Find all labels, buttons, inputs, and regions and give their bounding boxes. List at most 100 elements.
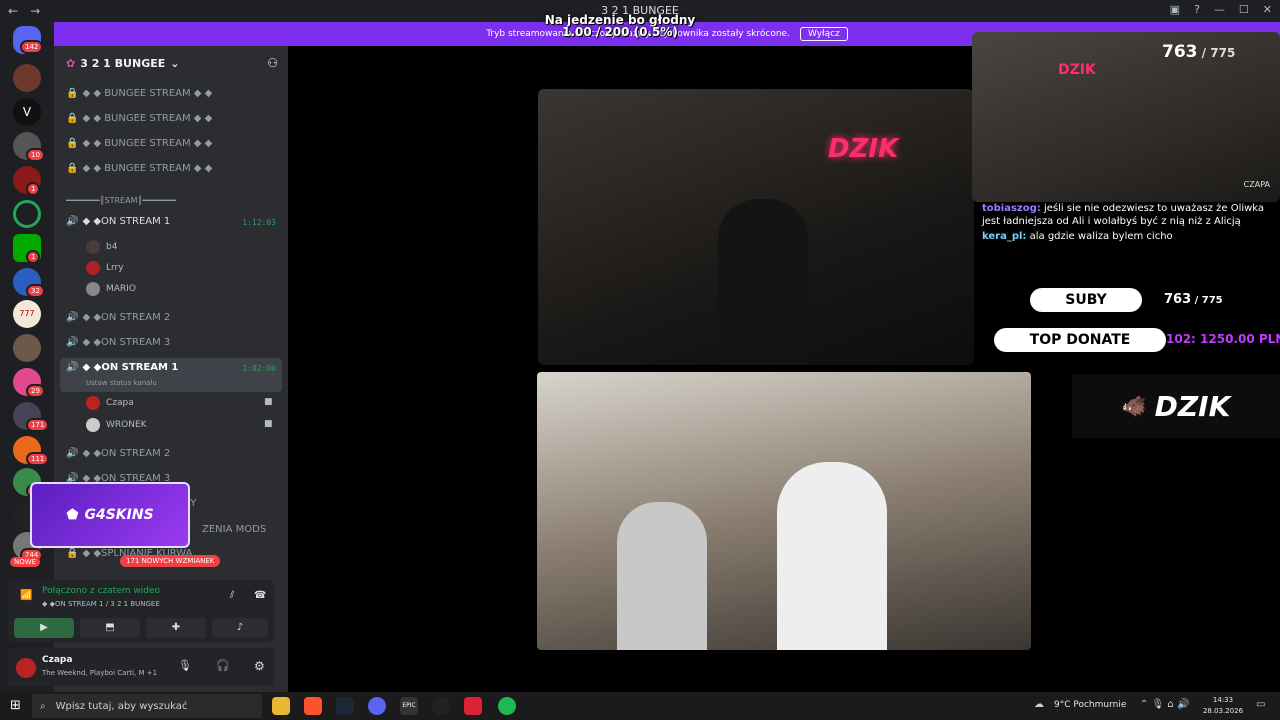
voice-channel[interactable]: 🔊 ◆ ◆ON STREAM 1 [66,216,170,227]
server-header[interactable]: ✿ 3 2 1 BUNGEE ⌄ ⚇ [54,46,288,80]
mini-logo: DZIK [1058,62,1096,78]
voice-user[interactable]: b4 [86,240,117,254]
server-icon[interactable] [13,334,41,362]
soundboard-button[interactable]: ♪ [212,618,268,638]
signal-icon[interactable]: 📶 [20,590,32,601]
server-badge: 1 [26,250,41,264]
spotify-icon[interactable] [498,697,516,715]
tray-icons[interactable]: ⌃ 🎙 ⌂ 🔊 [1140,699,1189,710]
brand-logo: DZIK [1154,389,1231,423]
stream-tile-2[interactable]: 763 / 775 DZIK CZAPA [972,32,1280,202]
notifications-icon[interactable]: ▭ [1256,699,1265,710]
avatar [86,240,100,254]
voice-user[interactable]: Czapa [86,396,134,410]
server-icon[interactable] [13,64,41,92]
lock-icon: 🔒 [66,113,79,124]
disable-streamer-mode-button[interactable]: Wyłącz [799,27,848,41]
channel-status[interactable]: Ustaw status kanału [86,379,157,387]
voice-channel[interactable]: 🔊 ◆ ◆ON STREAM 2 [66,448,170,459]
noise-suppression-icon[interactable]: ⫽ [230,590,234,601]
voice-channel[interactable]: 🔊 ◆ ◆ON STREAM 2 [66,312,170,323]
speaker-icon: 🔊 [66,448,79,459]
top-donate-label: TOP DONATE [994,328,1166,352]
username: MARIO [106,284,136,294]
chat-text: ala gdzie waliza bylem cicho [1029,231,1173,242]
clock-date: 28.03.2026 [1202,707,1244,715]
steam-icon[interactable] [336,697,354,715]
server-icon[interactable]: V [13,98,41,126]
voice-channel[interactable]: 🔊 ◆ ◆ON STREAM 3 [66,337,170,348]
server-icon[interactable]: 777 [13,300,41,328]
minimize-button[interactable]: — [1214,3,1225,16]
help-icon[interactable]: ? [1194,3,1200,16]
avatar[interactable] [16,658,36,678]
locked-channel[interactable]: 🔒 ◆ ◆ BUNGEE STREAM ◆ ◆ [66,88,212,99]
speaker-icon: 🔊 [66,312,79,323]
avatar [86,418,100,432]
voice-channel-active[interactable]: 🔊 ◆ ◆ON STREAM 1 [66,362,178,373]
close-button[interactable]: ✕ [1263,3,1272,16]
video-icon: ■ [264,419,273,429]
file-explorer-icon[interactable] [272,697,290,715]
guest-figure [617,502,707,650]
camera-button[interactable]: ▶ [14,618,74,638]
suby-total: 775 [1201,295,1223,306]
counter-value: 763 [1162,42,1198,62]
voice-user[interactable]: WRONEK [86,418,147,432]
category-stream[interactable]: ━━━━━━━║STREAM║━━━━━━━ [66,196,176,205]
channel-label: ZENIA MODS [202,524,267,535]
voice-user[interactable]: MARIO [86,282,136,296]
speaker-icon: 🔊 [66,216,79,227]
chat-message: tobiaszog: jeśli sie nie odezwiesz to uw… [982,202,1278,228]
obs-icon[interactable] [432,697,450,715]
voice-channel[interactable]: ZENIA MODS [202,524,266,535]
locked-channel[interactable]: 🔒 ◆ ◆ BUNGEE STREAM ◆ ◆ [66,113,212,124]
maximize-button[interactable]: ☐ [1239,3,1249,16]
channel-timer: 1:02:00 [242,364,276,373]
epic-games-icon[interactable]: EPIC [400,697,418,715]
discord-icon[interactable] [368,697,386,715]
username: Czapa [106,398,134,408]
avatar [86,282,100,296]
inbox-icon[interactable]: ▣ [1170,3,1180,16]
avatar [86,261,100,275]
weather-text[interactable]: 9°C Pochmurnie [1054,700,1126,710]
voice-status: Połączono z czatem wideo [42,586,161,596]
g4skins-logo: G4SKINS [84,507,154,523]
suby-value: 763 [1164,292,1192,307]
stream-tile-1[interactable]: DZIK [538,89,974,365]
server-badge: 29 [26,384,45,398]
disconnect-icon[interactable]: ☎ [254,590,266,601]
chat-message: kera_pl: ala gdzie waliza bylem cicho [982,231,1278,242]
boar-icon: 🐗 [1121,394,1147,418]
headphones-icon[interactable]: 🎧 [216,659,230,672]
stream-user-tag: CZAPA [1243,180,1270,189]
server-icon[interactable] [13,200,41,228]
screenshare-button[interactable]: ⬒ [80,618,140,638]
channel-label: ◆ ◆ON STREAM 3 [82,337,171,348]
add-member-icon[interactable]: ⚇ [267,56,278,70]
lock-icon: 🔒 [66,88,79,99]
stream-tile-3[interactable] [537,372,1031,650]
new-mentions-pill[interactable]: 171 NOWYCH WZMIANEK [120,555,221,567]
locked-channel[interactable]: 🔒 ◆ ◆ BUNGEE STREAM ◆ ◆ [66,163,212,174]
taskbar-search[interactable]: ⌕ Wpisz tutaj, aby wyszukać [32,694,262,718]
clock[interactable]: 14:33 28.03.2026 [1196,695,1250,717]
clock-time: 14:33 [1212,696,1234,704]
new-pill[interactable]: NOWE [10,557,41,567]
app-icon[interactable] [464,697,482,715]
start-icon[interactable]: ⊞ [10,698,21,713]
lock-icon: 🔒 [66,163,79,174]
voice-channel-name[interactable]: ◆ ◆ON STREAM 1 / 3 2 1 BUNGEE [42,600,160,608]
weather-icon: ☁ [1034,699,1044,710]
brave-icon[interactable] [304,697,322,715]
activities-button[interactable]: ✚ [146,618,206,638]
channel-timer: 1:12:03 [242,218,276,227]
locked-channel[interactable]: 🔒 ◆ ◆ BUNGEE STREAM ◆ ◆ [66,138,212,149]
server-icon: ✿ [66,56,76,70]
settings-gear-icon[interactable]: ⚙ [254,659,265,673]
server-badge: 1 [26,182,41,196]
voice-user[interactable]: Lrry [86,261,124,275]
microphone-icon[interactable]: 🎙 [178,659,192,672]
server-name: 3 2 1 BUNGEE [80,56,166,70]
